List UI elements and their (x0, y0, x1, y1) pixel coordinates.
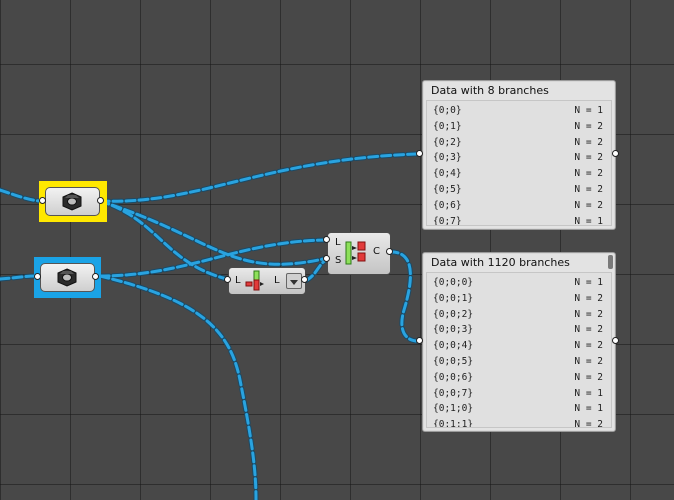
chevron-down-icon (290, 280, 298, 285)
branch-path: {0;1;1} (433, 419, 474, 428)
branch-count: N = 1 (574, 403, 603, 415)
branch-count: N = 2 (574, 183, 603, 195)
branch-row: {0;0;0} N = 1 (427, 275, 611, 291)
branch-count: N = 1 (574, 215, 603, 226)
branch-count: N = 2 (574, 355, 603, 367)
branch-row: {0;0} N = 1 (427, 103, 611, 119)
branch-row: {0;5} N = 2 (427, 182, 611, 198)
branch-row: {0;1;1} N = 2 (427, 417, 611, 428)
hexagon-nut-icon (62, 192, 82, 211)
panel-data-8-branches[interactable]: Data with 8 branches {0;0} N = 1 {0;1} N = … (422, 80, 616, 230)
param-2-input-grip[interactable] (34, 273, 41, 280)
branch-path: {0;2} (433, 136, 462, 148)
branch-count: N = 2 (574, 292, 603, 304)
branch-path: {0;0;0} (433, 277, 474, 288)
branch-path: {0;4} (433, 168, 462, 180)
combine-input-s-label: S (335, 255, 342, 266)
wire-p1-to-combine-s (97, 198, 331, 267)
branch-row: {0;7} N = 1 (427, 214, 611, 226)
branch-count: N = 2 (574, 168, 603, 180)
branch-path: {0;6} (433, 199, 462, 211)
branch-row: {0;0;3} N = 2 (427, 322, 611, 338)
branch-path: {0;0;4} (433, 340, 474, 352)
branch-row: {0;1} N = 2 (427, 119, 611, 135)
branch-row: {0;0;1} N = 2 (427, 291, 611, 307)
branch-row: {0;0;7} N = 1 (427, 386, 611, 402)
branch-path: {0;1;0} (433, 403, 474, 415)
panel-title: Data with 1120 branches (431, 256, 570, 269)
branch-row: {0;2} N = 2 (427, 135, 611, 151)
combine-component[interactable]: L S C (327, 232, 391, 275)
branch-count: N = 2 (574, 371, 603, 383)
branch-row: {0;3} N = 2 (427, 150, 611, 166)
panel-large-input-grip[interactable] (416, 337, 423, 344)
branch-path: {0;0;3} (433, 324, 474, 336)
branch-path: {0;0;1} (433, 292, 474, 304)
panel-title: Data with 8 branches (431, 84, 549, 97)
combine-input-l-grip[interactable] (323, 236, 330, 243)
combine-output-c-label: C (373, 246, 380, 257)
branch-row: {0;0;6} N = 2 (427, 370, 611, 386)
param-1[interactable] (45, 187, 100, 216)
list-input-label: L (235, 275, 241, 286)
branch-row: {0;0;5} N = 2 (427, 354, 611, 370)
branch-path: {0;3} (433, 152, 462, 164)
panel-body: {0;0;0} N = 1 {0;0;1} N = 2 {0;0;2} N = 2 {0;0… (426, 272, 612, 428)
panel-small-input-grip[interactable] (416, 150, 423, 157)
branch-row: {0;4} N = 2 (427, 166, 611, 182)
branch-path: {0;7} (433, 215, 462, 226)
wire-combine-to-panel-large (386, 249, 423, 344)
branch-row: {0;0;2} N = 2 (427, 307, 611, 323)
branch-count: N = 2 (574, 120, 603, 132)
list-item-icon (245, 270, 264, 291)
hexagon-nut-icon (57, 268, 77, 287)
panel-scrollbar[interactable] (608, 255, 613, 269)
combine-output-c-grip[interactable] (386, 248, 393, 255)
combine-data-icon (345, 241, 366, 265)
branch-path: {0;0;2} (433, 308, 474, 320)
branch-path: {0;5} (433, 183, 462, 195)
panel-large-output-grip[interactable] (612, 337, 619, 344)
branch-count: N = 2 (574, 152, 603, 164)
branch-row: {0;1;0} N = 1 (427, 401, 611, 417)
branch-row: {0;6} N = 2 (427, 198, 611, 214)
branch-count: N = 1 (574, 387, 603, 399)
branch-count: N = 2 (574, 136, 603, 148)
combine-input-s-grip[interactable] (323, 255, 330, 262)
branch-row: {0;0;4} N = 2 (427, 338, 611, 354)
branch-path: {0;0} (433, 105, 462, 116)
wire-p2-down (97, 273, 259, 500)
branch-count: N = 2 (574, 324, 603, 336)
param-1-input-grip[interactable] (39, 197, 46, 204)
branch-count: N = 2 (574, 308, 603, 320)
panel-body: {0;0} N = 1 {0;1} N = 2 {0;2} N = 2 {0;3} N = 2… (426, 100, 612, 226)
list-output-grip[interactable] (301, 276, 308, 283)
list-output-label: L (274, 275, 280, 286)
panel-data-1120-branches[interactable]: Data with 1120 branches {0;0;0} N = 1 {0;0… (422, 252, 616, 432)
param-2-output-grip[interactable] (92, 273, 99, 280)
branch-count: N = 2 (574, 419, 603, 428)
branch-count: N = 1 (574, 277, 603, 288)
list-input-grip[interactable] (224, 276, 231, 283)
param-2[interactable] (40, 263, 95, 292)
branch-count: N = 2 (574, 199, 603, 211)
branch-count: N = 2 (574, 340, 603, 352)
branch-path: {0;1} (433, 120, 462, 132)
list-dropdown-button[interactable] (286, 273, 302, 289)
branch-path: {0;0;7} (433, 387, 474, 399)
panel-small-output-grip[interactable] (612, 150, 619, 157)
param-1-output-grip[interactable] (97, 197, 104, 204)
combine-input-l-label: L (335, 237, 341, 248)
branch-path: {0;0;6} (433, 371, 474, 383)
list-component[interactable]: L L (228, 267, 306, 295)
branch-count: N = 1 (574, 105, 603, 116)
branch-path: {0;0;5} (433, 355, 474, 367)
